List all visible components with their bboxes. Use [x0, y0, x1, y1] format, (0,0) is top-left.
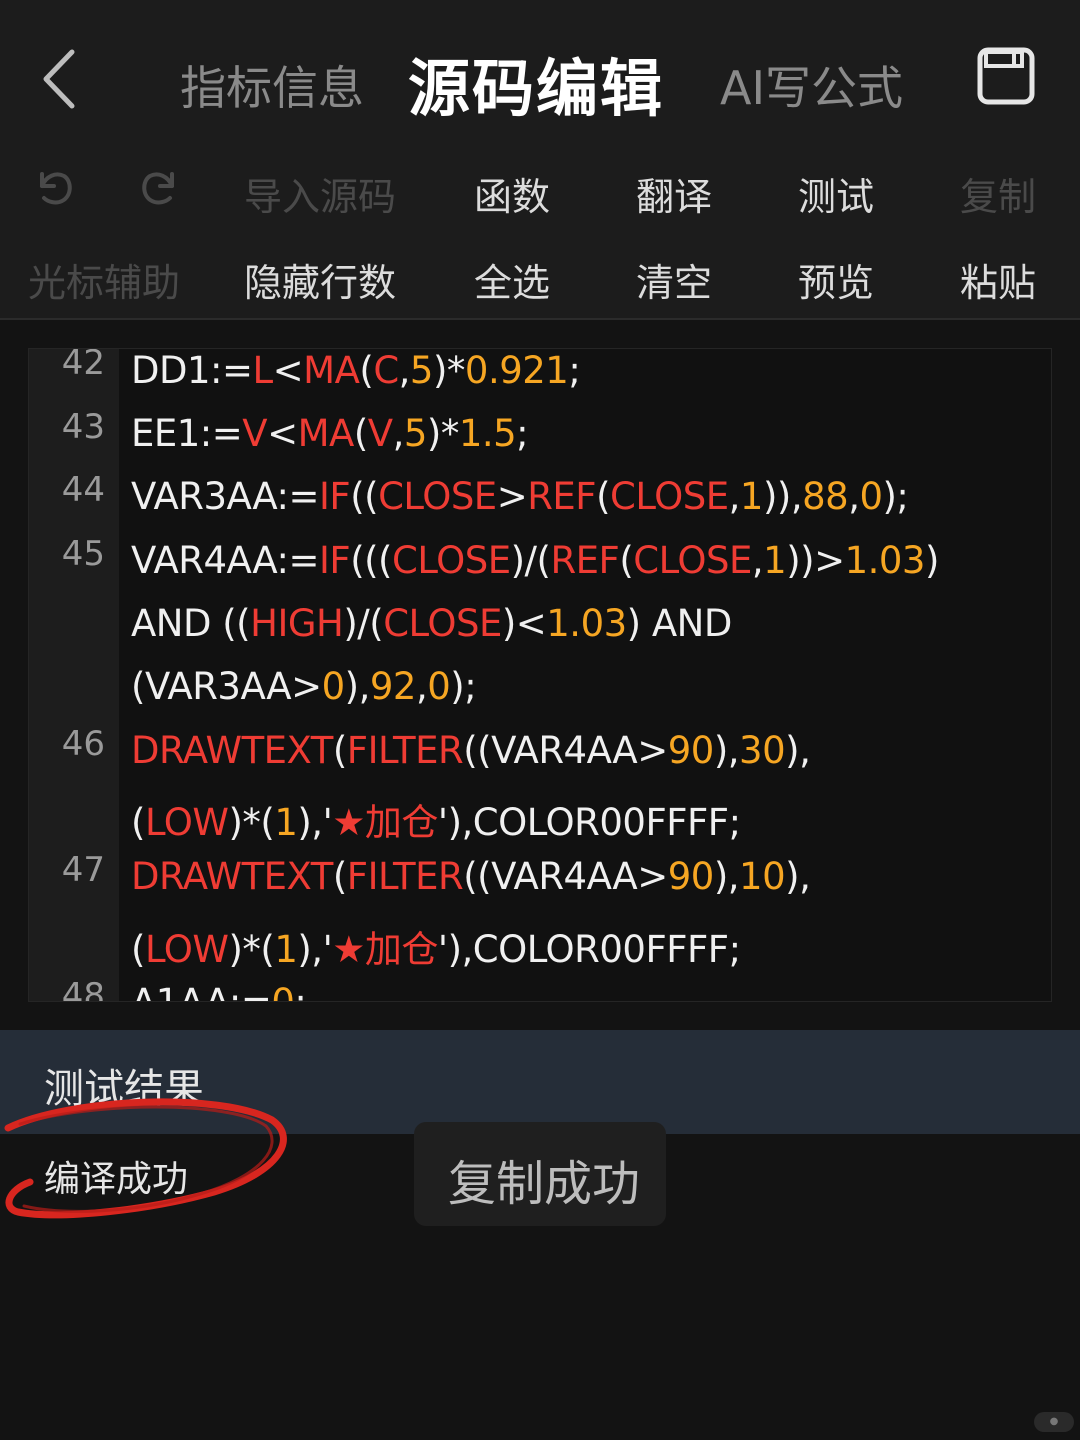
import-source-button[interactable]: 导入源码	[244, 166, 396, 221]
translate-button[interactable]: 翻译	[636, 166, 712, 221]
tab-indicator-info[interactable]: 指标信息	[180, 52, 364, 118]
code-line: A1AA:=0;	[131, 981, 307, 1001]
line-number: 46	[61, 724, 105, 764]
code-line: (LOW)*(1),'★加仓'),COLOR00FFFF;	[131, 801, 741, 844]
preview-button[interactable]: 预览	[798, 252, 874, 307]
code-editor[interactable]: 42 43 44 45 46 47 48 DD1:=L<MA(C,5)*0.92…	[28, 348, 1052, 1002]
back-arrow-icon[interactable]	[38, 44, 98, 114]
line-number: 47	[61, 850, 105, 890]
redo-icon[interactable]	[138, 164, 182, 208]
line-number: 48	[61, 976, 105, 1002]
code-line: AND ((HIGH)/(CLOSE)<1.03) AND	[131, 602, 732, 645]
tab-source-edit[interactable]: 源码编辑	[408, 38, 664, 128]
header: 指标信息 源码编辑 AI写公式 导入源码 函数 翻译 测试 复制 光标辅助 隐藏…	[0, 0, 1080, 320]
toast-message: 复制成功	[448, 1156, 641, 1212]
tab-ai-formula[interactable]: AI写公式	[720, 52, 903, 118]
functions-button[interactable]: 函数	[474, 166, 550, 221]
top-nav-bar: 指标信息 源码编辑 AI写公式	[0, 0, 1080, 150]
cursor-assist-button[interactable]: 光标辅助	[28, 252, 180, 307]
code-line: (LOW)*(1),'★加仓'),COLOR00FFFF;	[131, 928, 741, 971]
select-all-button[interactable]: 全选	[474, 252, 550, 307]
hide-line-numbers-button[interactable]: 隐藏行数	[244, 252, 396, 307]
line-number: 43	[61, 407, 105, 447]
test-button[interactable]: 测试	[798, 166, 874, 221]
code-line: DRAWTEXT(FILTER((VAR4AA>90),10),	[131, 855, 811, 898]
paste-button[interactable]: 粘贴	[960, 252, 1036, 307]
code-line: DRAWTEXT(FILTER((VAR4AA>90),30),	[131, 729, 811, 772]
line-number: 42	[61, 348, 105, 383]
code-line: DD1:=L<MA(C,5)*0.921;	[131, 349, 581, 392]
watermark-badge: ●	[1034, 1412, 1074, 1432]
undo-icon[interactable]	[32, 164, 76, 208]
code-line: VAR4AA:=IF(((CLOSE)/(REF(CLOSE,1))>1.03)	[131, 539, 939, 582]
code-line: EE1:=V<MA(V,5)*1.5;	[131, 412, 529, 455]
toolbar-divider	[0, 318, 1080, 320]
line-number: 45	[61, 534, 105, 574]
save-icon[interactable]	[974, 44, 1038, 108]
line-number-gutter: 42 43 44 45 46 47 48	[29, 349, 119, 1001]
clear-button[interactable]: 清空	[636, 252, 712, 307]
line-number: 44	[61, 470, 105, 510]
copy-button[interactable]: 复制	[960, 166, 1036, 221]
annotation-circle	[4, 1098, 287, 1219]
code-line: VAR3AA:=IF((CLOSE>REF(CLOSE,1)),88,0);	[131, 475, 909, 518]
code-line: (VAR3AA>0),92,0);	[131, 665, 477, 708]
